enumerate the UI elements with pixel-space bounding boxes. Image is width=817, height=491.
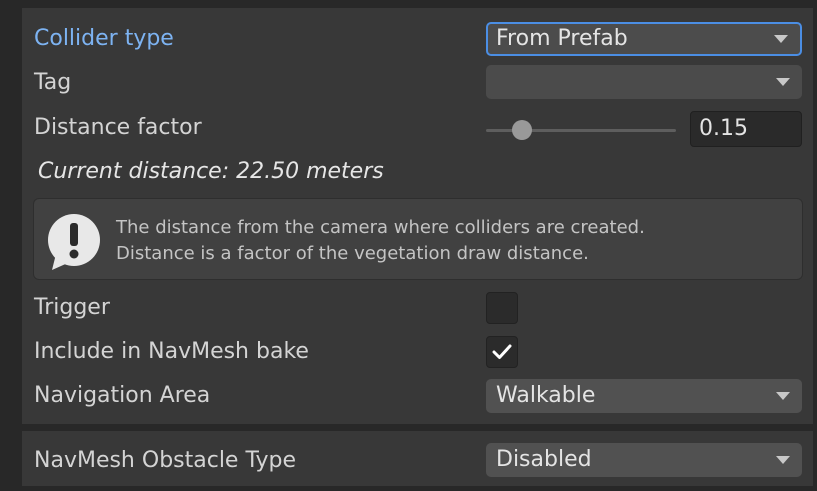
tag-dropdown[interactable] xyxy=(486,65,802,99)
distance-factor-slider-handle[interactable] xyxy=(512,120,532,140)
chevron-down-icon xyxy=(774,35,788,43)
obstacle-type-dropdown[interactable]: Disabled xyxy=(486,443,802,477)
navigation-area-value: Walkable xyxy=(496,383,596,408)
distance-factor-field[interactable]: 0.15 xyxy=(690,111,802,147)
obstacle-type-value: Disabled xyxy=(496,447,592,472)
navigation-area-label: Navigation Area xyxy=(34,383,211,408)
tag-label: Tag xyxy=(34,70,72,95)
checkmark-icon xyxy=(492,344,512,359)
help-line-2: Distance is a factor of the vegetation d… xyxy=(116,243,589,264)
chevron-down-icon xyxy=(776,456,790,464)
distance-factor-label: Distance factor xyxy=(34,115,202,140)
collider-type-value: From Prefab xyxy=(496,26,628,51)
obstacle-type-label: NavMesh Obstacle Type xyxy=(34,448,296,473)
collider-type-dropdown[interactable]: From Prefab xyxy=(486,22,802,56)
help-line-1: The distance from the camera where colli… xyxy=(116,217,645,238)
exclamation-icon xyxy=(48,214,100,270)
chevron-down-icon xyxy=(776,392,790,400)
current-distance-text: Current distance: 22.50 meters xyxy=(38,159,384,184)
collider-type-label: Collider type xyxy=(34,26,174,51)
chevron-down-icon xyxy=(776,78,790,86)
navmesh-bake-label: Include in NavMesh bake xyxy=(34,339,309,364)
navigation-area-dropdown[interactable]: Walkable xyxy=(486,379,802,413)
help-box: The distance from the camera where colli… xyxy=(33,198,803,280)
navmesh-bake-checkbox[interactable] xyxy=(486,336,518,368)
trigger-checkbox[interactable] xyxy=(486,292,518,324)
trigger-label: Trigger xyxy=(34,295,110,320)
help-text: The distance from the camera where colli… xyxy=(116,215,645,267)
